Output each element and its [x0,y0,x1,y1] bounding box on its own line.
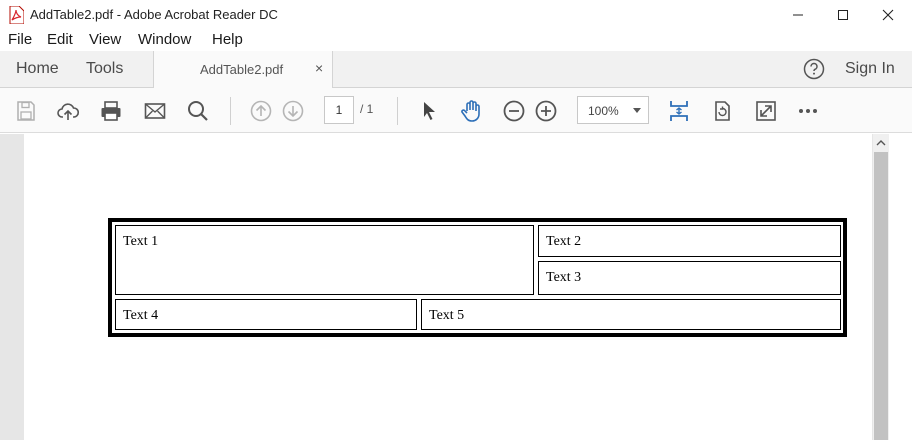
document-tab-label: AddTable2.pdf [200,62,284,77]
tools-tab[interactable]: Tools [86,60,123,78]
minimize-icon [793,14,803,16]
menu-edit[interactable]: Edit [47,31,73,48]
page-up-icon[interactable] [249,99,273,123]
maximize-button[interactable] [820,0,866,30]
more-icon[interactable] [796,99,820,123]
cell-text: Text 4 [123,308,159,323]
hand-tool-icon[interactable] [459,99,483,123]
close-button[interactable] [865,0,911,30]
search-icon[interactable] [186,99,210,123]
right-panel-strip [889,134,912,440]
page-total: / 1 [360,102,374,116]
cell-text: Text 5 [429,308,465,323]
table-cell: Text 1 [115,225,534,295]
minimize-button[interactable] [775,0,821,30]
menu-window[interactable]: Window [138,31,191,48]
sign-in-button[interactable]: Sign In [845,60,895,78]
document-area[interactable]: Text 1 Text 2 Text 3 Text 4 Text 5 [0,134,912,440]
acrobat-pdf-icon [9,6,24,24]
toolbar-separator [397,97,398,125]
tab-close-button[interactable]: × [315,60,323,76]
table-cell: Text 4 [115,299,417,330]
cloud-upload-icon[interactable] [56,99,80,123]
zoom-value: 100% [588,104,619,118]
toolbar: 1 / 1 100% [0,88,912,133]
menu-file[interactable]: File [8,31,32,48]
cell-text: Text 1 [123,234,159,249]
zoom-in-icon[interactable] [534,99,558,123]
table-cell: Text 5 [421,299,841,330]
zoom-out-icon[interactable] [502,99,526,123]
maximize-icon [838,10,848,20]
document-tab[interactable]: AddTable2.pdf × [153,51,333,88]
table-cell: Text 2 [538,225,841,257]
scrollbar-thumb[interactable] [874,152,888,440]
full-screen-icon[interactable] [754,99,778,123]
menu-bar: File Edit View Window Help [0,30,912,51]
select-cursor-icon[interactable] [417,99,441,123]
page-number-input[interactable]: 1 [324,96,354,124]
chevron-down-icon [633,108,641,113]
pdf-table: Text 1 Text 2 Text 3 Text 4 Text 5 [108,218,847,337]
nav-bar: Home Tools AddTable2.pdf × Sign In [0,51,912,88]
chevron-up-icon [876,140,886,146]
scroll-up-button[interactable] [873,136,889,150]
print-icon[interactable] [99,99,123,123]
window-title: AddTable2.pdf - Adobe Acrobat Reader DC [30,7,278,22]
vertical-scrollbar[interactable] [873,134,889,440]
pdf-page: Text 1 Text 2 Text 3 Text 4 Text 5 [24,134,872,440]
close-icon [882,9,894,21]
zoom-select[interactable]: 100% [577,96,649,124]
email-icon[interactable] [143,99,167,123]
menu-help[interactable]: Help [212,31,243,48]
home-tab[interactable]: Home [16,60,59,78]
scroll-mode-icon[interactable] [667,99,691,123]
title-bar: AddTable2.pdf - Adobe Acrobat Reader DC [0,0,912,30]
page-down-icon[interactable] [281,99,305,123]
table-cell: Text 3 [538,261,841,295]
menu-view[interactable]: View [89,31,121,48]
save-icon[interactable] [14,99,38,123]
toolbar-separator [230,97,231,125]
cell-text: Text 3 [546,270,582,285]
cell-text: Text 2 [546,234,582,249]
help-icon[interactable] [803,58,825,80]
rotate-icon[interactable] [710,99,734,123]
